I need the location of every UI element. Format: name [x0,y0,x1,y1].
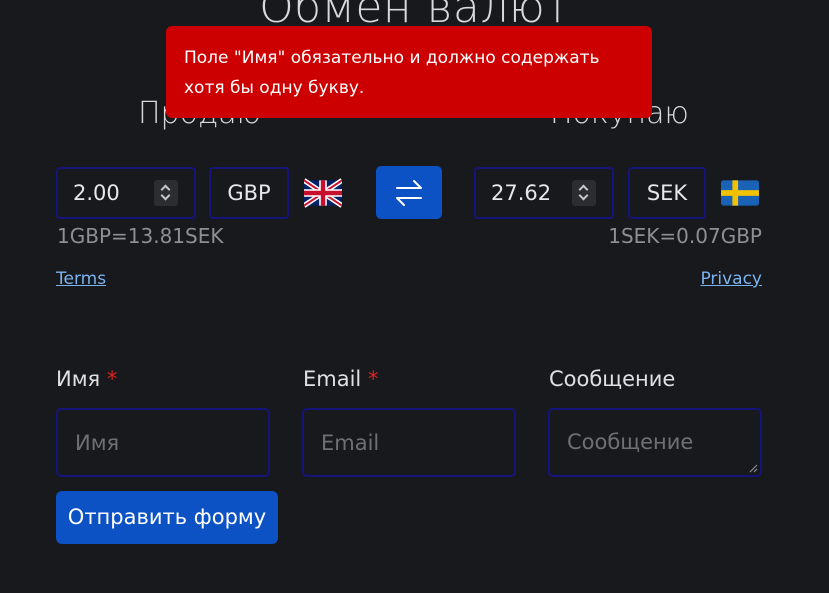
chevron-down-icon[interactable] [160,190,171,201]
email-label-text: Email [303,367,362,391]
submit-button[interactable]: Отправить форму [56,491,278,544]
name-input[interactable]: Имя [56,408,270,477]
resize-handle-icon[interactable] [748,463,758,473]
sell-amount-stepper[interactable] [154,180,178,206]
message-label: Сообщение [549,367,676,391]
required-mark: * [367,367,379,391]
buy-amount-stepper[interactable] [572,180,596,206]
sweden-flag-icon [721,180,759,206]
name-label-text: Имя [56,367,101,391]
sell-rate: 1GBP=13.81SEK [57,224,224,248]
error-toast: Поле "Имя" обязательно и должно содержат… [166,26,652,118]
sell-currency-select[interactable]: GBP [209,167,289,219]
buy-currency-select[interactable]: SEK [628,167,706,219]
sell-amount-input[interactable]: 2.00 [56,167,196,219]
message-textarea[interactable]: Сообщение [548,408,762,477]
privacy-link[interactable]: Privacy [700,269,762,289]
email-input[interactable]: Email [302,408,516,477]
swap-button[interactable] [376,166,442,219]
terms-link[interactable]: Terms [56,269,106,289]
required-mark: * [106,367,118,391]
buy-rate: 1SEK=0.07GBP [608,224,762,248]
chevron-down-icon[interactable] [578,190,589,201]
uk-flag-icon [304,178,342,208]
buy-amount-input[interactable]: 27.62 [474,167,614,219]
swap-arrows-icon [396,180,422,206]
name-label: Имя * [56,367,117,391]
email-label: Email * [303,367,378,391]
message-placeholder: Сообщение [567,430,694,454]
